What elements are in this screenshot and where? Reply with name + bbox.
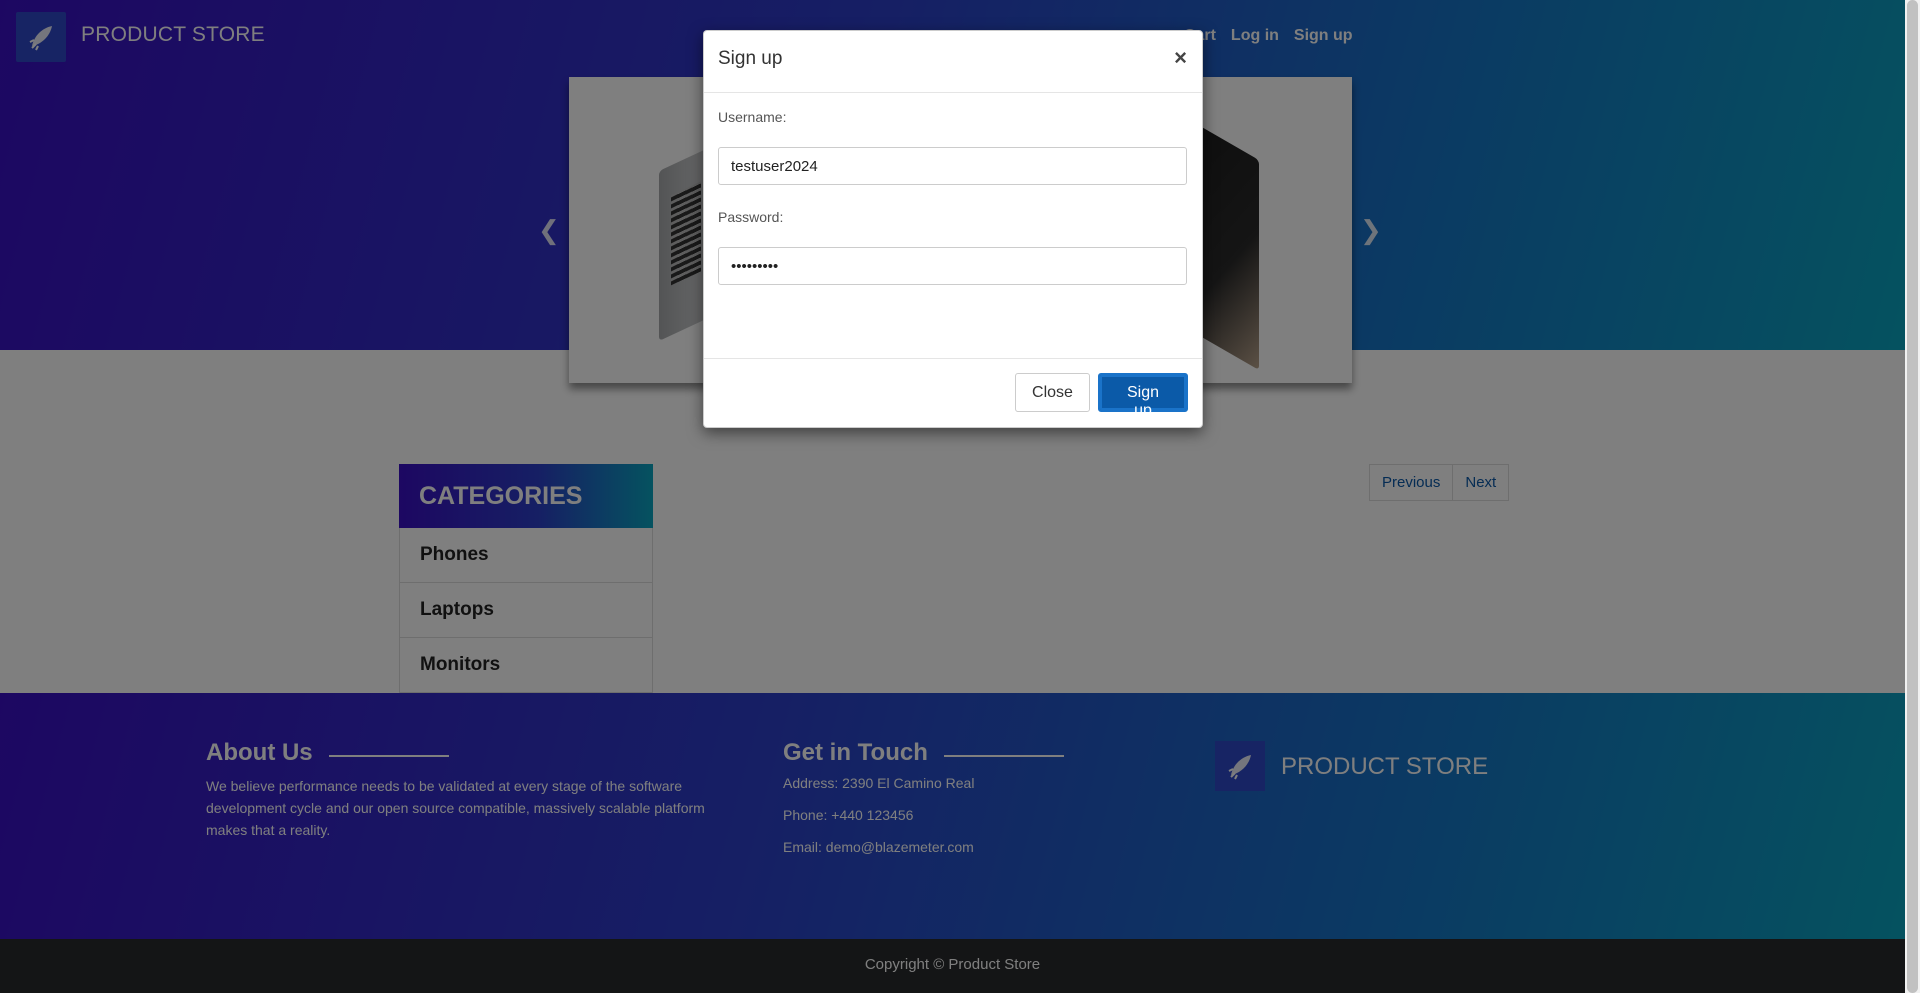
modal-footer: Close Sign up bbox=[704, 358, 1202, 428]
close-button[interactable]: Close bbox=[1015, 373, 1090, 412]
modal-body: Username: Password: bbox=[704, 93, 1202, 358]
modal-title: Sign up bbox=[718, 48, 783, 69]
signup-button[interactable]: Sign up bbox=[1098, 373, 1188, 419]
scrollbar[interactable] bbox=[1905, 0, 1920, 993]
username-label: Username: bbox=[718, 109, 787, 125]
signup-modal: Sign up × Username: Password: Close Sign… bbox=[703, 30, 1203, 428]
password-label: Password: bbox=[718, 209, 784, 225]
modal-header: Sign up × bbox=[704, 31, 1202, 93]
username-field[interactable] bbox=[718, 147, 1187, 185]
scrollbar-thumb[interactable] bbox=[1907, 0, 1918, 993]
password-field[interactable] bbox=[718, 247, 1187, 285]
close-icon[interactable]: × bbox=[1174, 47, 1187, 69]
